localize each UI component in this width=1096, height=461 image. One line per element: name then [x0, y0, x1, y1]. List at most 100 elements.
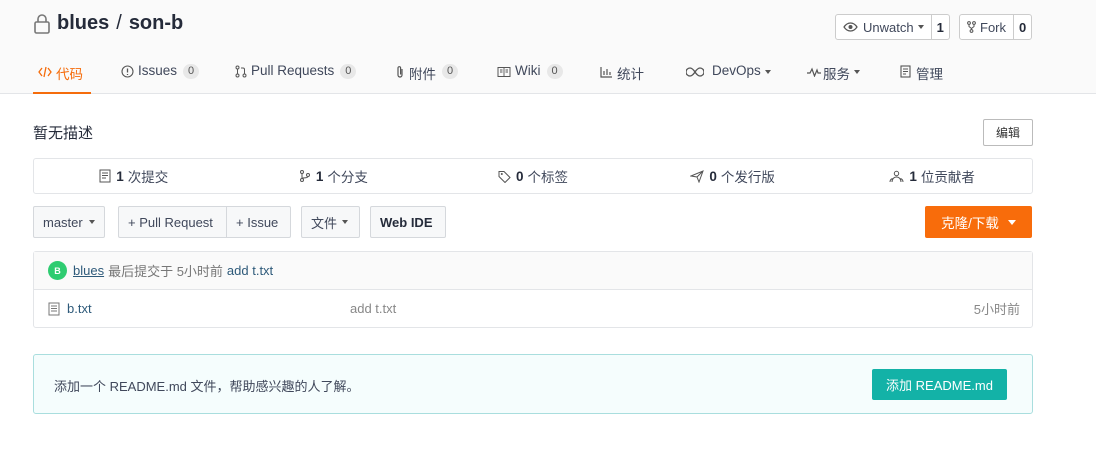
tab-pull-requests[interactable]: Pull Requests 0	[235, 58, 357, 94]
file-list: B blues 最后提交于 5小时前 add t.txt b.txt add t…	[33, 251, 1033, 328]
tab-devops-label: DevOps	[712, 63, 761, 78]
repo-description: 暂无描述	[33, 125, 94, 142]
book-icon	[497, 63, 511, 80]
repo-separator: /	[116, 12, 122, 34]
tab-issues-badge: 0	[183, 64, 200, 79]
fork-icon	[967, 21, 976, 33]
repo-title: blues / son-b	[33, 12, 183, 35]
tab-manage[interactable]: 管理	[900, 58, 943, 94]
chevron-down-icon	[854, 70, 860, 74]
lock-icon	[33, 13, 51, 35]
issue-icon	[121, 63, 134, 80]
commit-message-link[interactable]: add t.txt	[227, 263, 273, 278]
stat-releases[interactable]: 0 个发行版	[633, 159, 833, 193]
stat-releases-label: 个发行版	[720, 170, 775, 185]
add-readme-button[interactable]: 添加 README.md	[872, 369, 1007, 400]
stat-tags-label: 个标签	[527, 170, 568, 185]
repo-stats-bar: 1 次提交 1 个分支 0 个标签 0 个发行版 1 位贡献者	[33, 158, 1033, 194]
stat-contributors[interactable]: 1 位贡献者	[832, 159, 1032, 193]
tab-attachments-badge: 0	[442, 64, 459, 79]
infinity-icon	[686, 63, 704, 80]
eye-icon	[843, 22, 858, 32]
stat-branches[interactable]: 1 个分支	[234, 159, 434, 193]
tab-issues-label: Issues	[138, 63, 178, 78]
table-row: b.txt add t.txt 5小时前	[34, 290, 1032, 327]
tab-statistics[interactable]: 统计	[600, 58, 644, 94]
tab-wiki-badge: 0	[546, 64, 563, 79]
watch-button-group: Unwatch 1	[835, 14, 950, 40]
tab-services[interactable]: 服务	[807, 58, 860, 94]
tab-issues[interactable]: Issues 0	[121, 58, 200, 94]
watch-count[interactable]: 1	[932, 15, 949, 39]
stat-tags[interactable]: 0 个标签	[433, 159, 633, 193]
branch-icon	[299, 169, 311, 183]
stat-commits-count: 1	[116, 168, 124, 184]
tab-statistics-label: 统计	[617, 67, 644, 82]
avatar[interactable]: B	[48, 261, 67, 280]
commit-author-link[interactable]: blues	[73, 263, 104, 278]
tab-attachments[interactable]: 附件 0	[395, 58, 459, 94]
chevron-down-icon	[342, 220, 349, 224]
clone-download-label: 克隆/下载	[941, 216, 999, 231]
unwatch-button[interactable]: Unwatch	[836, 15, 932, 39]
tab-manage-label: 管理	[916, 67, 943, 82]
tab-wiki[interactable]: Wiki 0	[497, 58, 563, 94]
stat-branches-label: 个分支	[327, 170, 368, 185]
file-commit-message[interactable]: add t.txt	[350, 301, 396, 316]
readme-prompt: 添加一个 README.md 文件，帮助感兴趣的人了解。 添加 README.m…	[33, 354, 1033, 414]
file-name: b.txt	[67, 301, 92, 316]
bar-chart-icon	[600, 63, 613, 80]
files-dropdown-label: 文件	[311, 215, 338, 231]
contributors-icon	[889, 170, 904, 183]
repo-header: blues / son-b Unwatch 1 Fork 0 代码 Issues…	[0, 0, 1096, 94]
tab-code[interactable]: 代码	[33, 58, 91, 94]
branch-select-label: master	[43, 214, 83, 230]
code-icon	[38, 63, 52, 80]
tab-code-label: 代码	[56, 67, 83, 82]
chevron-down-icon	[917, 25, 924, 29]
manage-icon	[900, 63, 912, 80]
chevron-down-icon	[764, 70, 771, 74]
edit-description-button[interactable]: 编辑	[983, 119, 1033, 146]
repo-owner-link[interactable]: blues	[57, 12, 109, 35]
new-issue-button[interactable]: + Issue	[226, 206, 291, 238]
chevron-down-icon	[88, 220, 95, 224]
stat-releases-count: 0	[709, 168, 717, 184]
files-dropdown[interactable]: 文件	[301, 206, 360, 238]
stat-tags-count: 0	[515, 168, 524, 184]
stat-contributors-label: 位贡献者	[920, 170, 975, 185]
tag-icon	[498, 170, 511, 183]
tab-wiki-label: Wiki	[515, 63, 541, 78]
stat-commits[interactable]: 1 次提交	[34, 159, 234, 193]
tab-pull-requests-badge: 0	[340, 64, 357, 79]
fork-count[interactable]: 0	[1014, 15, 1031, 39]
readme-prompt-text: 添加一个 README.md 文件，帮助感兴趣的人了解。	[54, 379, 360, 394]
paperclip-icon	[395, 63, 405, 80]
repo-name-link[interactable]: son-b	[129, 12, 183, 35]
chevron-down-icon	[1007, 219, 1016, 225]
pull-request-icon	[235, 63, 247, 80]
file-commit-time: 5小时前	[973, 302, 1020, 317]
new-pull-request-button[interactable]: + Pull Request	[118, 206, 227, 238]
tab-attachments-label: 附件	[409, 67, 436, 82]
pulse-icon	[807, 63, 821, 80]
tab-services-label: 服务	[823, 67, 850, 82]
tab-devops[interactable]: DevOps	[686, 58, 771, 94]
commit-meta: 最后提交于 5小时前	[108, 264, 223, 279]
clone-download-button[interactable]: 克隆/下载	[925, 206, 1032, 238]
fork-button-group: Fork 0	[959, 14, 1033, 40]
branch-select[interactable]: master	[33, 206, 105, 238]
stat-branches-count: 1	[315, 168, 324, 184]
stat-contributors-count: 1	[909, 168, 917, 184]
file-icon	[48, 302, 60, 316]
last-commit-row: B blues 最后提交于 5小时前 add t.txt	[34, 252, 1032, 290]
web-ide-button[interactable]: Web IDE	[370, 206, 446, 238]
file-link[interactable]: b.txt	[48, 301, 92, 316]
stat-commits-label: 次提交	[127, 170, 169, 185]
unwatch-label: Unwatch	[863, 19, 914, 35]
tab-pull-requests-label: Pull Requests	[251, 63, 335, 78]
fork-button[interactable]: Fork	[960, 15, 1014, 39]
commit-icon	[99, 169, 111, 183]
paper-plane-icon	[690, 169, 705, 183]
fork-label: Fork	[980, 19, 1006, 35]
